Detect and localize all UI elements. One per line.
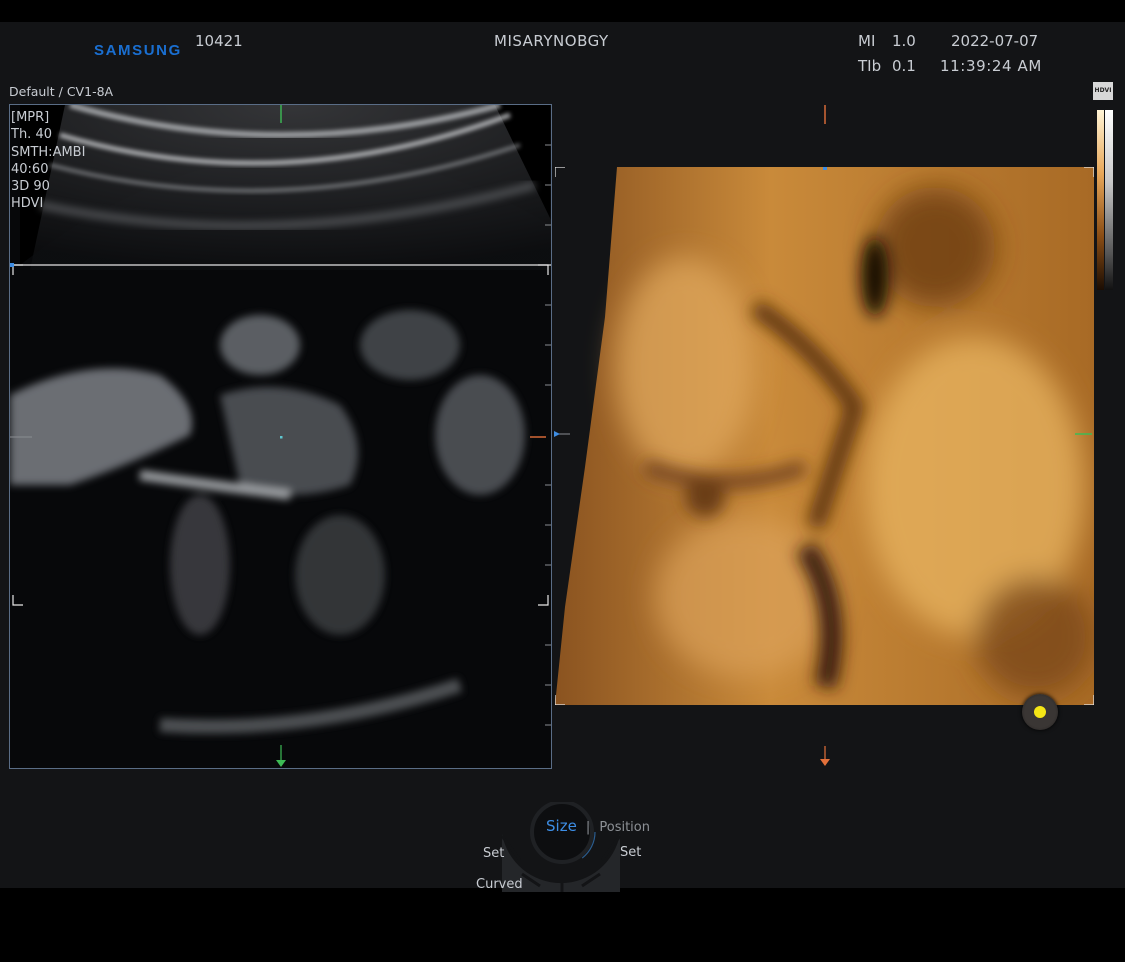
hdvi-badge: HDVI	[1093, 82, 1113, 100]
tab-size[interactable]: Size	[546, 817, 577, 835]
time-label: 11:39:24 AM	[940, 57, 1042, 75]
mpr-image-panel[interactable]	[9, 104, 552, 769]
knob-tabs: Size | Position	[546, 816, 650, 835]
tib-value: 0.1	[892, 57, 916, 75]
gray-scale-bar	[1105, 110, 1113, 290]
department-label: MISARYNOBGY	[494, 32, 609, 50]
knob-right-set[interactable]: Set	[620, 845, 641, 860]
knob-left-set[interactable]: Set	[483, 846, 504, 861]
3d-panel-markers	[554, 105, 1092, 766]
patient-id: 10421	[195, 32, 243, 50]
knob-curved[interactable]: Curved	[476, 877, 523, 892]
brand-logo: SAMSUNG	[94, 42, 182, 59]
mi-label: MI	[858, 32, 876, 50]
green-arrow-down-icon	[276, 760, 286, 767]
ultrasound-screen: SAMSUNG 10421 MISARYNOBGY MI 1.0 2022-07…	[0, 22, 1125, 892]
preset-label: Default / CV1-8A	[9, 84, 114, 99]
yellow-indicator-dot	[1034, 706, 1046, 718]
orange-arrow-marker-icon	[820, 759, 830, 766]
mpr-param-ratio: 40:60	[11, 161, 49, 177]
tab-position[interactable]: Position	[599, 820, 650, 835]
tib-label: TIb	[858, 57, 882, 75]
date-label: 2022-07-07	[951, 32, 1039, 50]
mpr-param-thickness: Th. 40	[11, 127, 52, 143]
mpr-param-3d: 3D 90	[11, 179, 50, 195]
mi-value: 1.0	[892, 32, 916, 50]
mpr-param-smoothing: SMTH:AMBI	[11, 144, 86, 160]
mpr-param-mode: [MPR]	[11, 110, 50, 125]
tab-separator: |	[585, 820, 591, 835]
mpr-parameters: [MPR] Th. 40 SMTH:AMBI 40:60 3D 90 HDVI	[11, 109, 85, 213]
mpr-ultrasound-image	[10, 105, 551, 767]
color-scale-bar	[1097, 110, 1104, 290]
mpr-param-hdvi: HDVI	[11, 196, 44, 212]
render-toggle-button[interactable]	[1022, 694, 1058, 730]
control-knob[interactable]: Size | Position Set Set Curved	[470, 802, 660, 892]
